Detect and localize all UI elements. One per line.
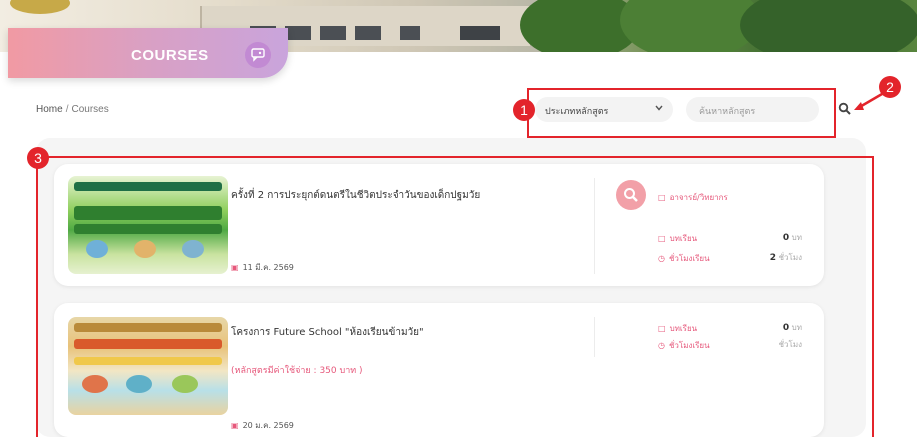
hours-count: ชั่วโมง (778, 340, 802, 349)
course-title[interactable]: ครั้งที่ 2 การประยุกต์ดนตรีในชีวิตประจำว… (231, 188, 480, 203)
breadcrumb-current: Courses (71, 104, 109, 115)
breadcrumb-home[interactable]: Home (36, 104, 63, 115)
hours-label: ◷ ชั่วโมงเรียน (658, 341, 710, 350)
breadcrumb: Home / Courses (36, 104, 109, 115)
lessons-label: □ บทเรียน (658, 324, 698, 333)
card-divider (594, 317, 595, 357)
hours-count: 2 ชั่วโมง (769, 253, 802, 263)
annotation-number-1: 1 (513, 99, 535, 121)
lessons-label: □ บทเรียน (658, 234, 698, 243)
calendar-icon: ▣ (231, 421, 239, 430)
annotation-number-3: 3 (27, 147, 49, 169)
hours-label: ◷ ชั่วโมงเรียน (658, 254, 710, 263)
course-price: (หลักสูตรมีค่าใช้จ่าย : 350 บาท ) (231, 366, 363, 376)
course-date: ▣ 20 ม.ค. 2569 (231, 421, 294, 430)
bookmark-icon: □ (658, 234, 666, 243)
annotation-number-2: 2 (879, 76, 901, 98)
teacher-link[interactable]: □ อาจารย์/วิทยากร (658, 191, 728, 204)
bookmark-icon: □ (658, 324, 666, 333)
course-card[interactable]: ครั้งที่ 2 การประยุกต์ดนตรีในชีวิตประจำว… (54, 164, 824, 286)
clock-icon: ◷ (658, 341, 665, 350)
chat-icon: □ (658, 193, 666, 202)
clock-icon: ◷ (658, 254, 665, 263)
lessons-count: 0 บท (782, 233, 802, 243)
search-teacher-icon[interactable] (616, 180, 646, 210)
page-title: COURSES (131, 47, 209, 64)
chat-board-icon (245, 42, 271, 68)
lessons-count: 0 บท (782, 323, 802, 333)
calendar-icon: ▣ (231, 263, 239, 272)
course-card[interactable]: โครงการ Future School "ห้องเรียนข้ามวัย"… (54, 303, 824, 437)
course-thumbnail[interactable] (68, 176, 228, 274)
breadcrumb-separator: / (65, 104, 69, 115)
annotation-box-filters (527, 88, 836, 138)
course-date: ▣ 11 มี.ค. 2569 (231, 263, 294, 272)
card-divider (594, 178, 595, 274)
course-thumbnail[interactable] (68, 317, 228, 415)
course-title[interactable]: โครงการ Future School "ห้องเรียนข้ามวัย" (231, 325, 424, 340)
